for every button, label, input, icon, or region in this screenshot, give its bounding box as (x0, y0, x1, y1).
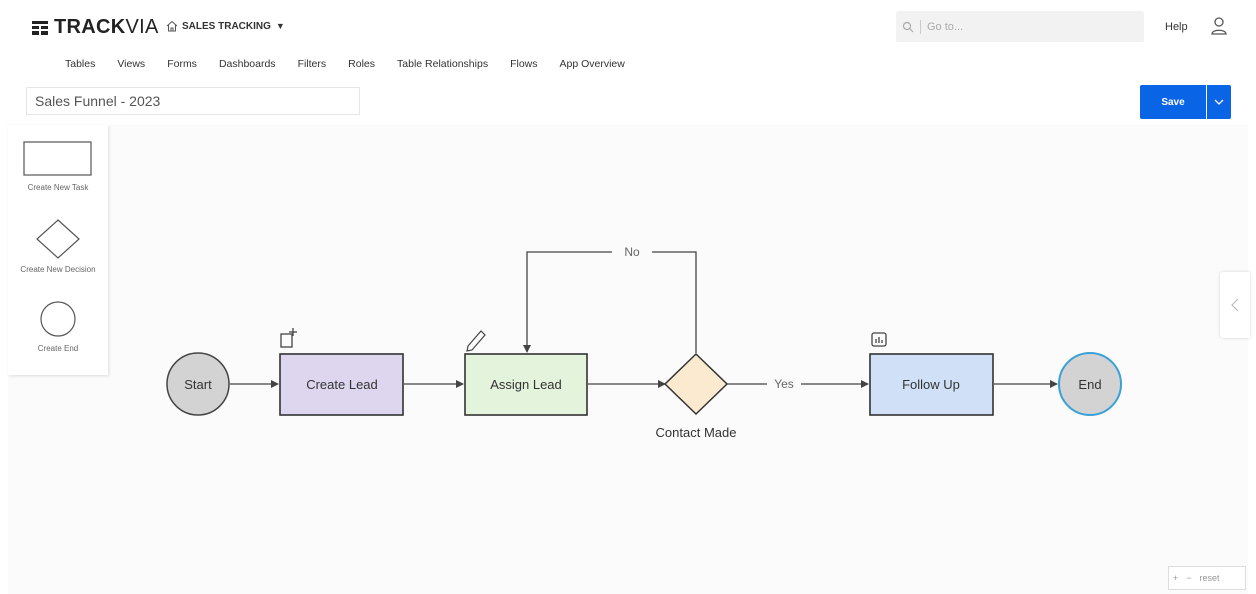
chart-icon[interactable] (871, 332, 887, 347)
start-label: Start (184, 377, 212, 392)
edge-no-segment-a[interactable] (652, 251, 697, 353)
zoom-in-button[interactable]: + (1169, 573, 1182, 583)
pencil-edit-icon[interactable] (466, 330, 486, 352)
side-panel-toggle[interactable] (1220, 272, 1250, 338)
edge-label-yes: Yes (774, 377, 794, 391)
assign-lead-label: Assign Lead (490, 377, 562, 392)
edge-no-segment-b[interactable] (523, 251, 612, 353)
add-record-icon[interactable] (280, 328, 297, 348)
zoom-reset-button[interactable]: reset (1196, 573, 1224, 583)
chevron-left-icon (1231, 298, 1239, 312)
decision-label: Contact Made (656, 425, 737, 440)
zoom-out-button[interactable]: − (1182, 573, 1195, 583)
contact-made-decision-node[interactable] (663, 352, 729, 416)
zoom-controls: + − reset (1168, 566, 1246, 590)
follow-up-node[interactable]: Follow Up (869, 353, 994, 416)
end-label: End (1078, 377, 1101, 392)
create-lead-node[interactable]: Create Lead (279, 353, 404, 416)
end-node[interactable]: End (1058, 352, 1122, 416)
decision-diamond (663, 352, 729, 416)
create-lead-label: Create Lead (306, 377, 378, 392)
assign-lead-node[interactable]: Assign Lead (464, 353, 588, 416)
edge-label-no: No (624, 245, 640, 259)
follow-up-label: Follow Up (902, 377, 960, 392)
start-node[interactable]: Start (166, 352, 230, 416)
flow-diagram: No Yes Start Create Lead Assign Lead Con… (166, 245, 1122, 440)
